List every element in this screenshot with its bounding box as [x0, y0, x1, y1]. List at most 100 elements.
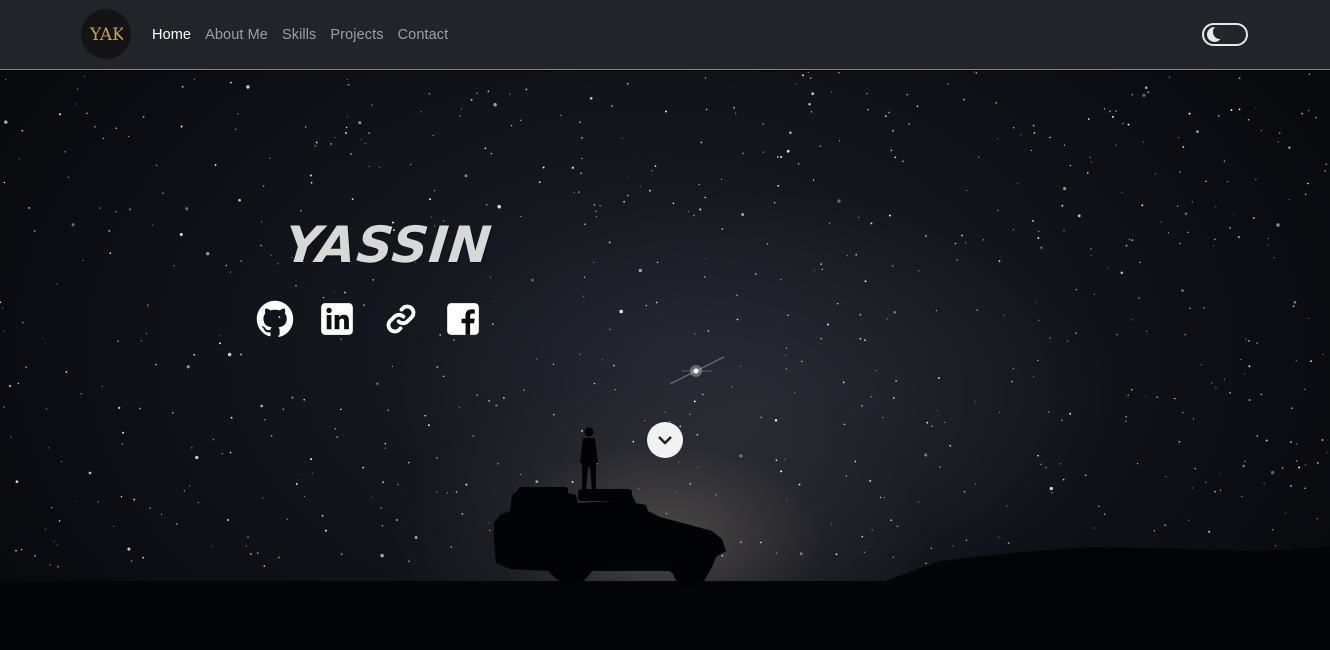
star: [573, 191, 575, 194]
star: [370, 496, 373, 498]
star: [130, 560, 133, 562]
star: [1061, 204, 1064, 207]
star: [497, 462, 499, 465]
star: [947, 83, 949, 85]
star: [589, 96, 593, 100]
star: [350, 153, 352, 155]
star: [1128, 238, 1131, 241]
star: [436, 366, 438, 368]
star: [1326, 452, 1328, 454]
star: [470, 98, 473, 101]
star: [785, 347, 788, 349]
star: [175, 523, 178, 525]
star: [916, 105, 919, 108]
star: [542, 166, 545, 169]
star: [621, 137, 623, 139]
star: [1007, 542, 1010, 545]
logo[interactable]: YAK: [81, 9, 131, 59]
star: [245, 545, 248, 547]
star: [799, 552, 803, 556]
star: [1141, 204, 1144, 207]
star: [626, 82, 629, 85]
star: [179, 233, 183, 236]
star: [924, 453, 928, 457]
star: [688, 413, 691, 416]
star: [197, 501, 200, 504]
star: [371, 104, 373, 106]
star: [1156, 396, 1159, 399]
star: [1115, 144, 1117, 146]
star: [1069, 412, 1072, 415]
website-link[interactable]: [382, 300, 420, 338]
star: [866, 92, 868, 95]
nav-link-projects[interactable]: Projects: [330, 27, 383, 43]
star: [895, 380, 897, 382]
star: [344, 132, 347, 134]
star: [870, 395, 872, 398]
star: [1120, 271, 1124, 275]
star: [619, 309, 623, 314]
star: [699, 208, 702, 211]
star: [88, 471, 92, 475]
star: [117, 340, 119, 342]
star: [694, 333, 696, 335]
star: [489, 529, 491, 532]
star: [347, 83, 350, 86]
star: [794, 391, 796, 394]
nav-link-contact[interactable]: Contact: [398, 27, 449, 43]
star: [908, 123, 910, 125]
star: [626, 194, 629, 197]
star: [1191, 200, 1194, 203]
star: [3, 406, 5, 408]
star: [1145, 396, 1147, 398]
star: [1325, 163, 1327, 165]
star: [300, 209, 302, 212]
star: [1037, 454, 1039, 457]
linkedin-link[interactable]: [318, 300, 356, 338]
star: [1208, 530, 1211, 533]
star: [861, 535, 864, 538]
star: [855, 253, 858, 256]
star: [999, 412, 1001, 414]
star: [108, 229, 111, 232]
star: [1075, 332, 1077, 335]
star: [229, 451, 232, 454]
star: [372, 279, 375, 281]
star: [1125, 244, 1128, 247]
star: [97, 500, 99, 503]
star: [142, 115, 145, 118]
star: [1188, 112, 1191, 115]
nav-link-home[interactable]: Home: [152, 27, 191, 43]
star: [186, 365, 190, 369]
star: [645, 304, 648, 307]
star: [60, 460, 63, 463]
star: [731, 386, 733, 388]
star: [510, 124, 513, 127]
star: [1203, 306, 1206, 309]
star: [879, 496, 882, 499]
star: [1307, 182, 1309, 185]
star: [488, 521, 490, 524]
scroll-down-button[interactable]: [647, 422, 683, 458]
star: [1267, 237, 1269, 239]
facebook-link[interactable]: [444, 300, 482, 338]
nav-link-skills[interactable]: Skills: [282, 27, 316, 43]
star: [754, 272, 757, 275]
star: [1292, 305, 1295, 307]
star: [820, 337, 823, 340]
star: [525, 88, 528, 91]
theme-toggle[interactable]: [1202, 23, 1248, 46]
star: [221, 453, 223, 455]
star: [830, 523, 833, 525]
star: [593, 204, 596, 206]
github-link[interactable]: [256, 300, 294, 338]
star: [86, 112, 88, 115]
star: [596, 463, 598, 465]
star: [892, 556, 895, 559]
star: [917, 501, 920, 503]
star: [1069, 164, 1072, 167]
nav-link-about-me[interactable]: About Me: [205, 27, 268, 43]
star: [115, 127, 118, 129]
star: [436, 456, 439, 459]
star: [428, 92, 431, 95]
